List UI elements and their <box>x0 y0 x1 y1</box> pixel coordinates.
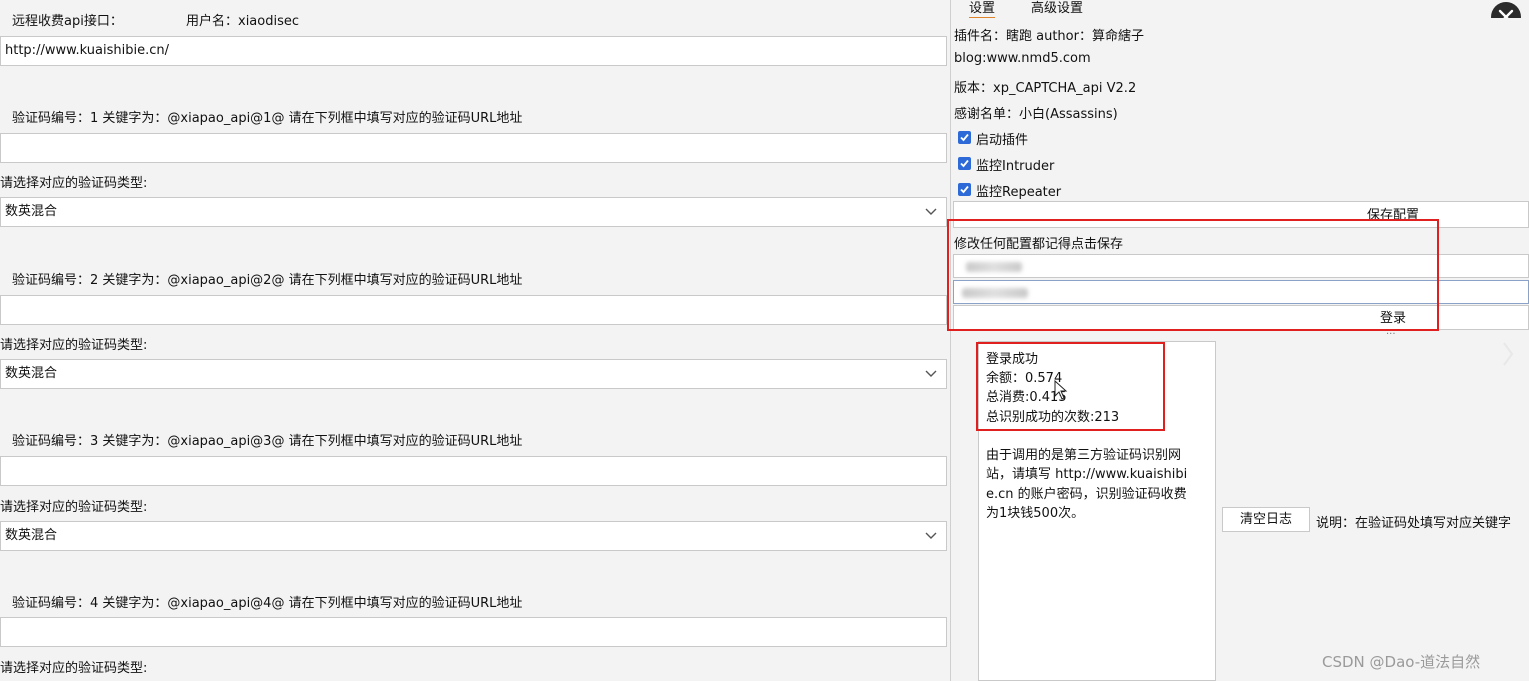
checkbox-checked-icon <box>958 157 971 170</box>
api-label: 远程收费api接口： <box>12 14 123 29</box>
tab-advanced-settings[interactable]: 高级设置 <box>1031 0 1083 16</box>
chevron-down-icon <box>925 208 937 215</box>
tab-settings[interactable]: 设置 <box>969 0 996 19</box>
captcha-4-url-input[interactable] <box>0 617 947 647</box>
splitter-handle[interactable]: ··· <box>1386 329 1396 340</box>
settings-tabbar: 设置 高级设置 <box>951 0 1529 19</box>
enable-plugin-checkbox[interactable]: 启动插件 <box>952 128 1252 148</box>
log-note-line-2: 站，请填写 http://www.kuaishibi <box>986 467 1188 482</box>
captcha-3-header: 验证码编号：3 关键字为：@xiapao_api@3@ 请在下列框中填写对应的验… <box>12 434 523 449</box>
captcha-1-header: 验证码编号：1 关键字为：@xiapao_api@1@ 请在下列框中填写对应的验… <box>12 111 523 126</box>
plugin-name: 插件名：瞎跑 author：算命縖子 <box>954 29 1144 44</box>
plugin-version: 版本：xp_CAPTCHA_api V2.2 <box>954 81 1137 96</box>
captcha-3-type-label: 请选择对应的验证码类型: <box>0 500 148 515</box>
captcha-1-url-input[interactable] <box>0 133 947 163</box>
chevron-down-icon <box>925 370 937 377</box>
captcha-4-header: 验证码编号：4 关键字为：@xiapao_api@4@ 请在下列框中填写对应的验… <box>12 596 523 611</box>
captcha-2-type-value: 数英混合 <box>5 366 58 381</box>
plugin-thanks: 感谢名单：小白(Assassins) <box>954 107 1118 122</box>
left-config-panel: 远程收费api接口： 用户名：xiaodisec http://www.kuai… <box>0 0 951 681</box>
username-label: 用户名：xiaodisec <box>186 14 300 29</box>
mouse-cursor-icon <box>1054 380 1068 400</box>
log-note-line-1: 由于调用的是第三方验证码识别网 <box>986 448 1182 463</box>
enable-plugin-label: 启动插件 <box>976 133 1029 148</box>
monitor-intruder-checkbox[interactable]: 监控Intruder <box>952 154 1252 174</box>
checkbox-checked-icon <box>958 183 971 196</box>
chevron-right-icon[interactable] <box>1500 340 1516 368</box>
highlight-login-box <box>947 219 1439 331</box>
checkbox-checked-icon <box>958 131 971 144</box>
watermark: CSDN @Dao-道法自然 <box>1322 653 1481 671</box>
captcha-4-type-label: 请选择对应的验证码类型: <box>0 661 148 676</box>
clear-log-label: 清空日志 <box>1239 512 1292 527</box>
clear-log-button[interactable]: 清空日志 <box>1222 507 1310 532</box>
captcha-3-type-select[interactable]: 数英混合 <box>0 521 947 551</box>
captcha-2-url-input[interactable] <box>0 295 947 325</box>
highlight-log-box <box>976 342 1165 431</box>
chevron-down-icon <box>925 532 937 539</box>
captcha-3-type-value: 数英混合 <box>5 528 58 543</box>
explain-text: 说明：在验证码处填写对应关键字 <box>1316 516 1512 531</box>
captcha-2-header: 验证码编号：2 关键字为：@xiapao_api@2@ 请在下列框中填写对应的验… <box>12 273 523 288</box>
api-url-input[interactable]: http://www.kuaishibie.cn/ <box>0 36 947 66</box>
captcha-3-url-input[interactable] <box>0 456 947 486</box>
log-note-line-4: 为1块钱500次。 <box>986 506 1085 521</box>
monitor-repeater-label: 监控Repeater <box>976 185 1062 200</box>
monitor-intruder-label: 监控Intruder <box>976 159 1055 174</box>
captcha-2-type-select[interactable]: 数英混合 <box>0 359 947 389</box>
plugin-blog: blog:www.nmd5.com <box>954 51 1091 66</box>
captcha-2-type-label: 请选择对应的验证码类型: <box>0 338 148 353</box>
captcha-1-type-label: 请选择对应的验证码类型: <box>0 176 148 191</box>
log-note-line-3: e.cn 的账户密码，识别验证码收费 <box>986 487 1187 502</box>
monitor-repeater-checkbox[interactable]: 监控Repeater <box>952 180 1252 200</box>
captcha-1-type-select[interactable]: 数英混合 <box>0 197 947 227</box>
captcha-1-type-value: 数英混合 <box>5 204 58 219</box>
